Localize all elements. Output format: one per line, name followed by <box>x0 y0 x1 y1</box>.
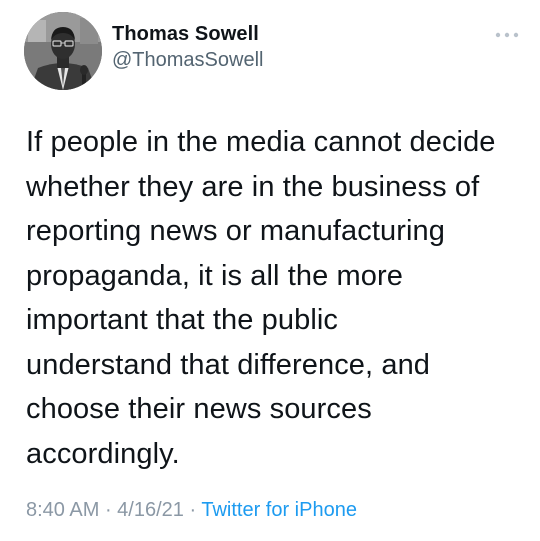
meta-separator: · <box>183 499 202 521</box>
tweet-time[interactable]: 8:40 AM <box>26 499 99 521</box>
tweet-source-link[interactable]: Twitter for iPhone <box>201 499 357 521</box>
more-options-icon <box>495 32 519 38</box>
avatar[interactable] <box>24 12 102 90</box>
more-options-button[interactable] <box>494 28 520 40</box>
tweet-metadata: 8:40 AM · 4/16/21 · Twitter for iPhone <box>26 497 357 523</box>
tweet: Thomas Sowell @ThomasSowell If people in… <box>0 0 540 541</box>
display-name[interactable]: Thomas Sowell <box>112 22 263 46</box>
meta-separator: · <box>99 499 118 521</box>
avatar-photo <box>24 12 102 90</box>
tweet-date[interactable]: 4/16/21 <box>117 499 184 521</box>
tweet-text: If people in the media cannot decide whe… <box>26 126 496 470</box>
author-info[interactable]: Thomas Sowell @ThomasSowell <box>112 22 263 72</box>
user-handle[interactable]: @ThomasSowell <box>112 48 263 72</box>
